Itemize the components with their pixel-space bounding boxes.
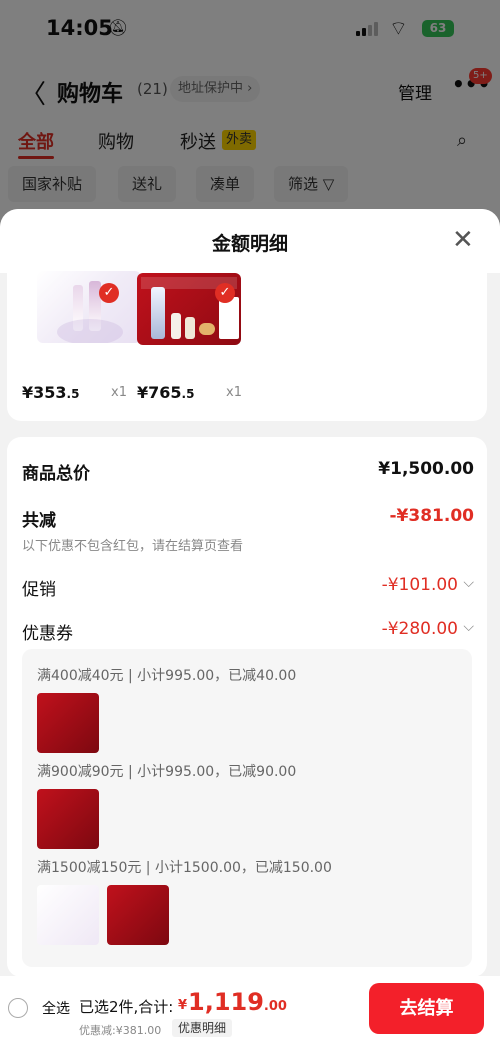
reduce-label: 共减 bbox=[22, 511, 56, 531]
coupon-product-thumb bbox=[37, 789, 99, 849]
coupon-detail-box: 满400减40元 | 小计995.00，已减40.00 满900减90元 | 小… bbox=[22, 649, 472, 967]
coupon-label: 优惠券 bbox=[22, 624, 73, 644]
promo-label: 促销 bbox=[22, 580, 56, 600]
selected-summary: 已选2件,合计: bbox=[79, 998, 174, 1016]
promo-value: -¥101.00 bbox=[381, 575, 458, 595]
product-qty-1: x1 bbox=[111, 385, 127, 400]
total-label: 商品总价 bbox=[22, 464, 90, 484]
saved-amount: 优惠减:¥381.00 bbox=[79, 1024, 162, 1037]
price-summary-card: 商品总价 ¥1,500.00 共减 -¥381.00 以下优惠不包含红包，请在结… bbox=[7, 437, 487, 977]
sheet-header: 金额明细 ✕ bbox=[0, 209, 500, 273]
checked-icon[interactable]: ✓ bbox=[215, 283, 235, 303]
checkout-bar: 全选 已选2件,合计: 1,119.00 ¥ 优惠减:¥381.00 优惠明细 … bbox=[0, 976, 500, 1043]
product-image-1[interactable] bbox=[37, 271, 141, 343]
chevron-down-icon[interactable]: ⌵ bbox=[463, 575, 474, 591]
currency-symbol: ¥ bbox=[178, 998, 188, 1013]
coupon-line-3: 满1500减150元 | 小计1500.00，已减150.00 bbox=[37, 860, 332, 876]
reduce-note: 以下优惠不包含红包，请在结算页查看 bbox=[22, 539, 244, 554]
coupon-value: -¥280.00 bbox=[381, 619, 458, 639]
chevron-down-icon[interactable]: ⌵ bbox=[463, 619, 474, 635]
total-amount: 1,119.00 bbox=[188, 988, 287, 1016]
select-all-radio[interactable] bbox=[8, 998, 28, 1018]
coupon-product-thumb bbox=[37, 693, 99, 753]
checked-icon[interactable]: ✓ bbox=[99, 283, 119, 303]
product-price-1: ¥353.5 bbox=[22, 383, 80, 402]
product-price-2: ¥765.5 bbox=[137, 383, 195, 402]
coupon-product-thumb bbox=[37, 885, 99, 945]
coupon-line-2: 满900减90元 | 小计995.00，已减90.00 bbox=[37, 764, 297, 780]
amount-detail-sheet: 金额明细 ✕ ✓ ✓ ¥353.5 x1 ¥765.5 x1 商品总价 ¥1,5… bbox=[0, 209, 500, 1043]
checkout-button[interactable]: 去结算 bbox=[369, 983, 484, 1034]
reduce-value: -¥381.00 bbox=[389, 506, 475, 526]
product-qty-2: x1 bbox=[226, 385, 242, 400]
coupon-product-thumb bbox=[107, 885, 169, 945]
total-value: ¥1,500.00 bbox=[378, 459, 474, 479]
sheet-title: 金额明细 bbox=[211, 233, 288, 255]
product-card: ✓ ✓ ¥353.5 x1 ¥765.5 x1 bbox=[7, 271, 487, 421]
coupon-line-1: 满400减40元 | 小计995.00，已减40.00 bbox=[37, 668, 297, 684]
select-all-label[interactable]: 全选 bbox=[42, 998, 70, 1018]
close-icon[interactable]: ✕ bbox=[452, 225, 474, 255]
discount-detail-button[interactable]: 优惠明细 bbox=[172, 1019, 233, 1037]
